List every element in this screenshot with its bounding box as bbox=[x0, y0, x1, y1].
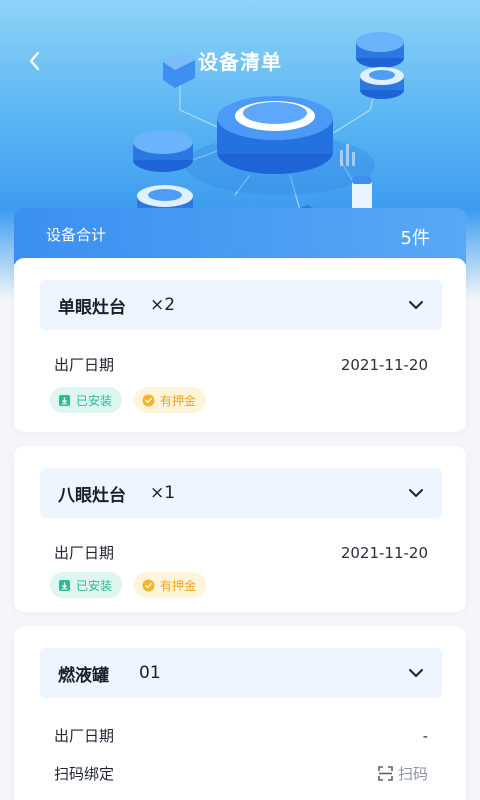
device-card: 燃液罐 01 出厂日期 - 扫码绑定 扫码 bbox=[14, 626, 466, 800]
summary-bar: 设备合计 5件 bbox=[14, 208, 466, 264]
device-header[interactable]: 八眼灶台 ×1 bbox=[40, 468, 442, 518]
factory-date-value: 2021-11-20 bbox=[340, 543, 428, 562]
summary-count: 5件 bbox=[400, 228, 430, 249]
status-tags: 已安装 有押金 bbox=[50, 572, 207, 598]
installed-icon bbox=[59, 579, 70, 591]
chevron-down-icon[interactable] bbox=[406, 483, 426, 503]
factory-date-value: 2021-11-20 bbox=[340, 355, 428, 374]
chevron-down-icon[interactable] bbox=[406, 295, 426, 315]
scan-bind-row: 扫码绑定 扫码 bbox=[54, 763, 428, 784]
factory-date-row: 出厂日期 - bbox=[54, 725, 428, 746]
scan-icon bbox=[378, 766, 393, 781]
scan-button[interactable]: 扫码 bbox=[377, 763, 428, 784]
device-name: 单眼灶台 bbox=[58, 297, 126, 318]
deposit-badge: 有押金 bbox=[134, 572, 207, 598]
installed-badge: 已安装 bbox=[50, 572, 123, 598]
scan-label: 扫码 bbox=[397, 765, 428, 783]
device-name: 八眼灶台 bbox=[58, 485, 126, 506]
installed-label: 已安装 bbox=[76, 393, 113, 408]
device-header[interactable]: 单眼灶台 ×2 bbox=[40, 280, 442, 330]
factory-date-label: 出厂日期 bbox=[54, 544, 115, 562]
device-header[interactable]: 燃液罐 01 bbox=[40, 648, 442, 698]
device-serial: 01 bbox=[139, 663, 161, 683]
device-card: 单眼灶台 ×2 出厂日期 2021-11-20 已安装 有押金 bbox=[14, 258, 466, 432]
factory-date-label: 出厂日期 bbox=[54, 727, 115, 745]
factory-date-row: 出厂日期 2021-11-20 bbox=[54, 542, 428, 563]
deposit-label: 有押金 bbox=[160, 393, 197, 408]
page-title: 设备清单 bbox=[198, 50, 282, 74]
installed-icon bbox=[59, 394, 70, 406]
factory-date-label: 出厂日期 bbox=[54, 356, 115, 374]
scan-bind-label: 扫码绑定 bbox=[54, 765, 115, 783]
status-tags: 已安装 有押金 bbox=[50, 387, 207, 413]
device-quantity: ×2 bbox=[150, 295, 176, 315]
device-card: 八眼灶台 ×1 出厂日期 2021-11-20 已安装 有押金 bbox=[14, 446, 466, 612]
summary-label: 设备合计 bbox=[46, 226, 107, 244]
device-quantity: ×1 bbox=[150, 483, 176, 503]
check-circle-icon bbox=[142, 394, 155, 406]
deposit-label: 有押金 bbox=[160, 578, 197, 593]
installed-badge: 已安装 bbox=[50, 387, 123, 413]
check-circle-icon bbox=[142, 579, 155, 591]
chevron-down-icon[interactable] bbox=[406, 663, 426, 683]
device-name: 燃液罐 bbox=[58, 665, 109, 686]
installed-label: 已安装 bbox=[76, 578, 113, 593]
factory-date-value: - bbox=[422, 726, 428, 745]
deposit-badge: 有押金 bbox=[134, 387, 207, 413]
factory-date-row: 出厂日期 2021-11-20 bbox=[54, 354, 428, 375]
